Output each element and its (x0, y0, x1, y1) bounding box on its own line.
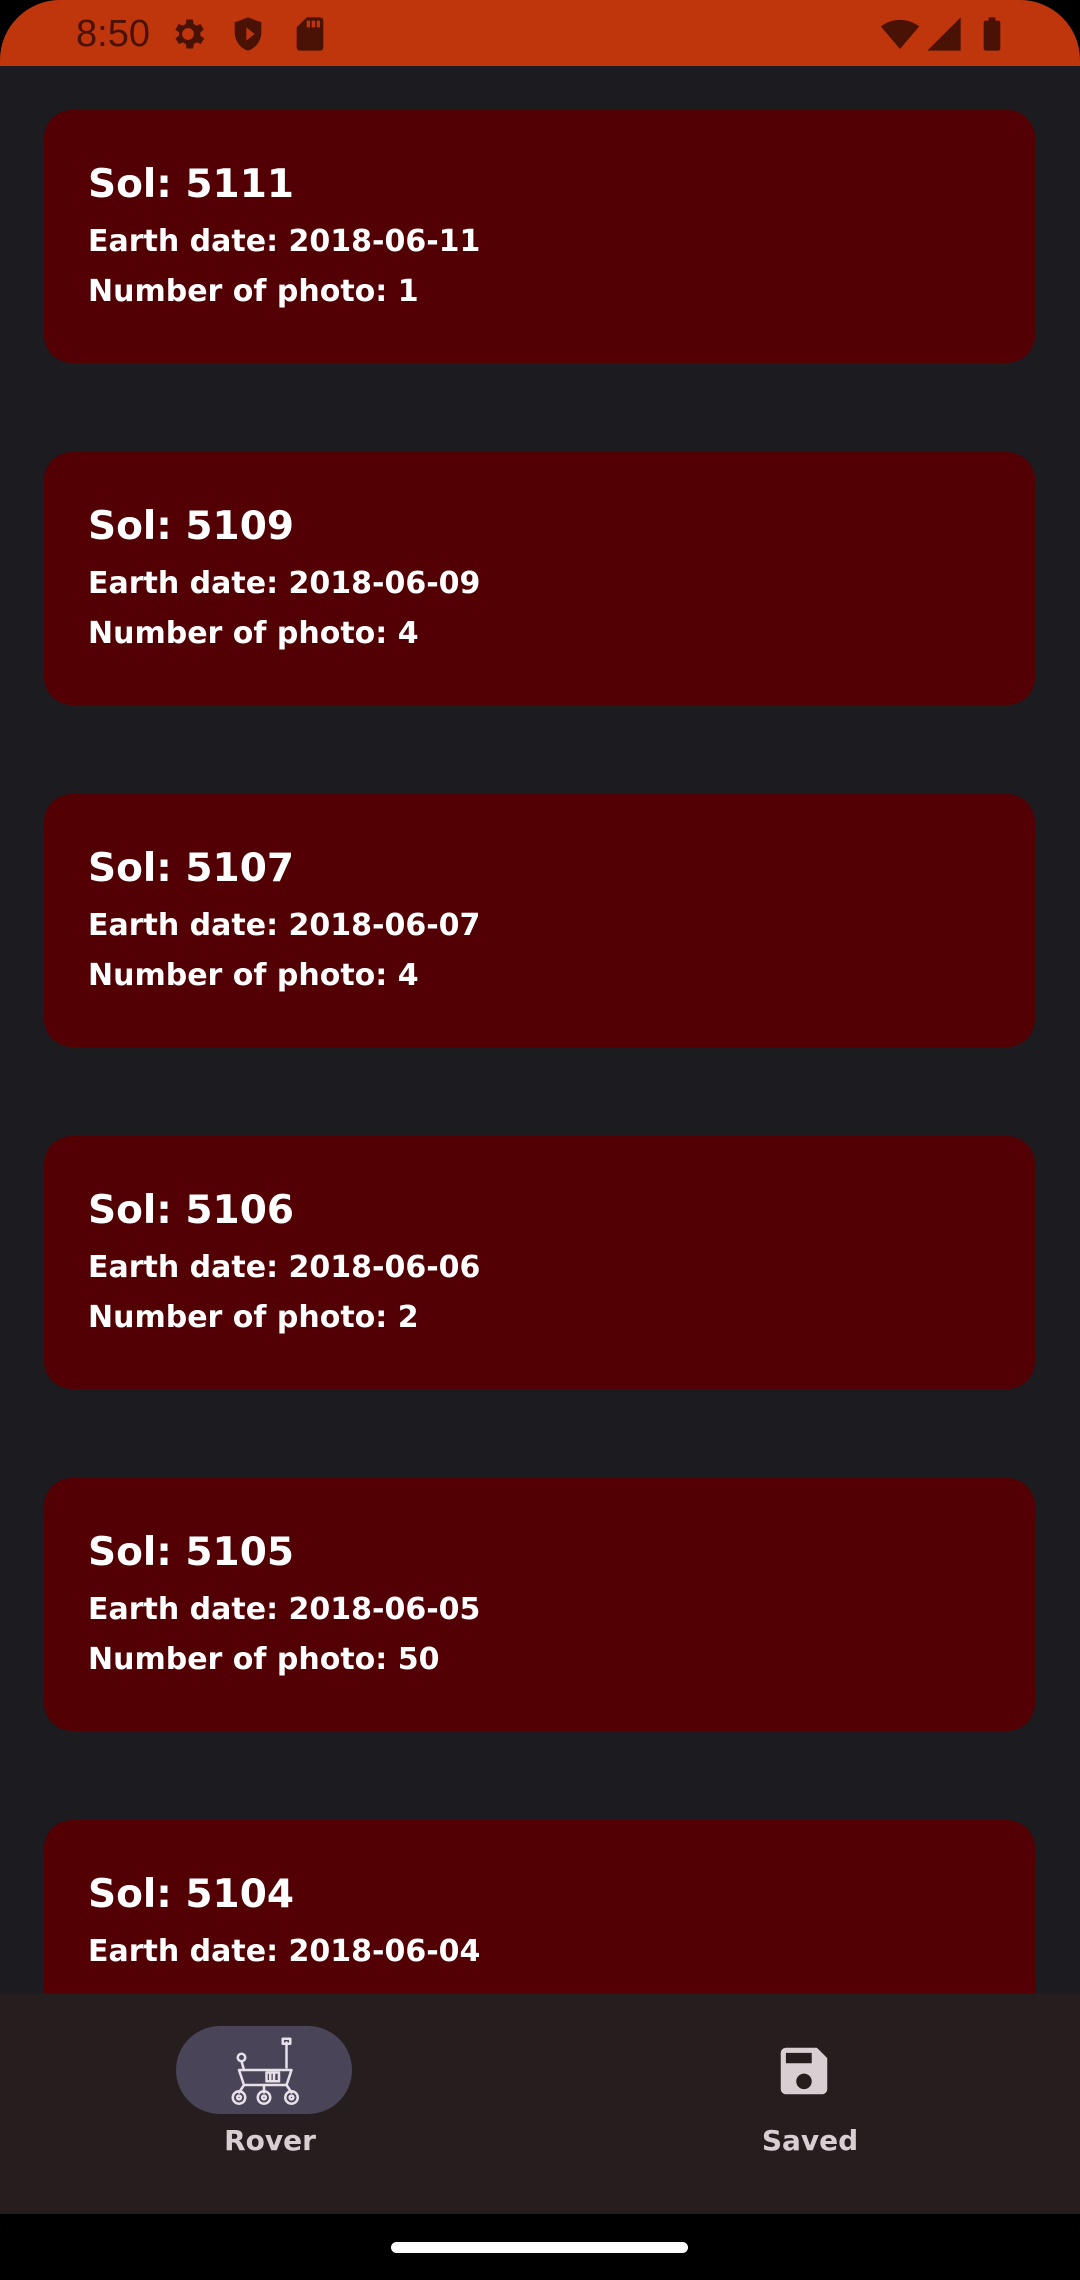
sol-number: Sol: 5111 (88, 162, 294, 207)
sol-number: Sol: 5104 (88, 1872, 294, 1917)
earth-date: Earth date: 2018-06-06 (88, 1250, 481, 1285)
sd-card-icon (296, 17, 324, 51)
nav-label-saved: Saved (761, 2124, 859, 2157)
home-gesture-bar[interactable] (391, 2242, 688, 2253)
status-time: 8:50 (76, 13, 150, 55)
sol-card[interactable]: Sol: 5105 Earth date: 2018-06-05 Number … (44, 1478, 1035, 1731)
floppy-disk-icon (780, 2047, 828, 2095)
status-bar: 8:50 (0, 0, 1080, 66)
sol-card[interactable]: Sol: 5104 Earth date: 2018-06-04 (44, 1820, 1035, 1994)
photo-count: Number of photo: 1 (88, 274, 419, 309)
sol-card[interactable]: Sol: 5107 Earth date: 2018-06-07 Number … (44, 794, 1035, 1047)
sol-number: Sol: 5109 (88, 504, 294, 549)
nav-label-rover: Rover (224, 2124, 316, 2157)
screen: 8:50 Sol: 5111 Earth date: 2018-06-11 Nu… (0, 0, 1080, 2280)
wifi-icon (880, 19, 920, 49)
sol-card[interactable]: Sol: 5109 Earth date: 2018-06-09 Number … (44, 452, 1035, 705)
photo-count: Number of photo: 4 (88, 616, 419, 651)
bottom-navigation: Rover Saved (0, 1994, 1080, 2214)
gesture-area (0, 2214, 1080, 2280)
sol-number: Sol: 5106 (88, 1188, 294, 1233)
shield-icon (234, 17, 262, 51)
photo-count: Number of photo: 4 (88, 958, 419, 993)
rover-icon (231, 2037, 299, 2105)
earth-date: Earth date: 2018-06-05 (88, 1592, 481, 1627)
sol-card[interactable]: Sol: 5106 Earth date: 2018-06-06 Number … (44, 1136, 1035, 1389)
earth-date: Earth date: 2018-06-07 (88, 908, 481, 943)
nav-item-rover[interactable]: Rover (0, 1994, 540, 2214)
nav-item-saved[interactable]: Saved (540, 1994, 1080, 2214)
sol-list[interactable]: Sol: 5111 Earth date: 2018-06-11 Number … (0, 66, 1080, 1994)
photo-count: Number of photo: 2 (88, 1300, 419, 1335)
signal-icon (927, 17, 961, 51)
earth-date: Earth date: 2018-06-09 (88, 566, 481, 601)
earth-date: Earth date: 2018-06-11 (88, 224, 481, 259)
earth-date: Earth date: 2018-06-04 (88, 1934, 481, 1969)
photo-count: Number of photo: 50 (88, 1642, 440, 1677)
sol-number: Sol: 5105 (88, 1530, 294, 1575)
gear-icon (175, 19, 205, 49)
sol-number: Sol: 5107 (88, 846, 294, 891)
sol-card[interactable]: Sol: 5111 Earth date: 2018-06-11 Number … (44, 110, 1035, 363)
battery-icon (983, 17, 1001, 51)
